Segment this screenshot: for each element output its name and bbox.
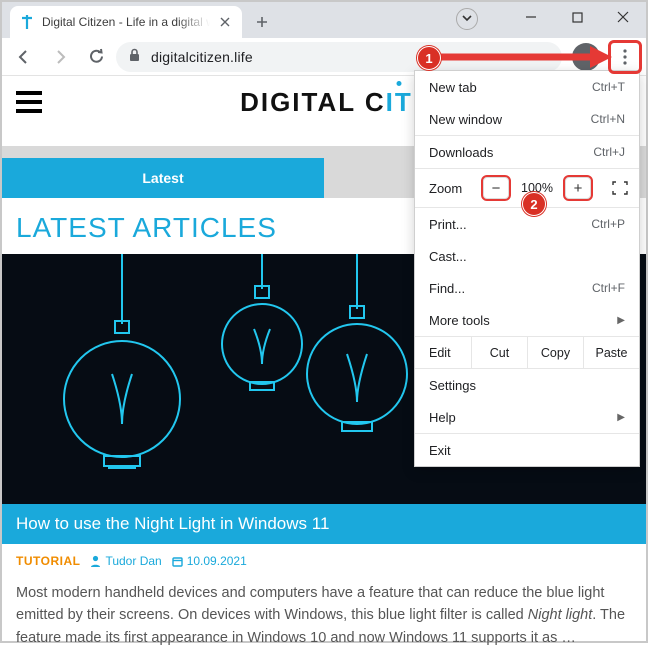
new-tab-button[interactable] <box>248 8 276 36</box>
menu-downloads[interactable]: DownloadsCtrl+J <box>415 136 639 168</box>
menu-copy[interactable]: Copy <box>527 337 583 368</box>
window-titlebar: Digital Citizen - Life in a digital worl… <box>2 2 646 38</box>
menu-find[interactable]: Find...Ctrl+F <box>415 272 639 304</box>
window-controls <box>508 2 646 32</box>
url-text: digitalcitizen.life <box>151 49 253 65</box>
menu-new-window[interactable]: New windowCtrl+N <box>415 103 639 135</box>
menu-exit[interactable]: Exit <box>415 434 639 466</box>
maximize-button[interactable] <box>554 2 600 32</box>
zoom-out-button[interactable]: − <box>483 177 509 199</box>
menu-settings[interactable]: Settings <box>415 369 639 401</box>
tab-close-icon[interactable] <box>218 15 232 29</box>
annotation-arrow <box>440 46 612 72</box>
minimize-button[interactable] <box>508 2 554 32</box>
tab-search-button[interactable] <box>456 8 478 30</box>
chrome-menu: New tabCtrl+T New windowCtrl+N Downloads… <box>414 70 640 467</box>
annotation-frame-kebab <box>608 40 642 74</box>
menu-more-tools[interactable]: More tools▶ <box>415 304 639 336</box>
chevron-right-icon: ▶ <box>617 315 625 326</box>
annotation-callout-2: 2 <box>522 192 546 216</box>
annotation-callout-1: 1 <box>417 46 441 70</box>
menu-paste[interactable]: Paste <box>583 337 639 368</box>
site-logo[interactable]: DIGITAL CITTIZ <box>240 87 440 118</box>
browser-tab[interactable]: Digital Citizen - Life in a digital worl… <box>10 6 242 38</box>
chevron-right-icon: ▶ <box>617 412 625 423</box>
menu-help[interactable]: Help▶ <box>415 401 639 433</box>
menu-edit-label: Edit <box>415 337 471 368</box>
article-author[interactable]: Tudor Dan <box>90 554 161 568</box>
nav-tab-latest[interactable]: Latest <box>2 158 324 198</box>
hamburger-icon[interactable] <box>16 91 48 113</box>
article-title[interactable]: How to use the Night Light in Windows 11 <box>2 504 646 544</box>
reload-button[interactable] <box>80 42 112 72</box>
calendar-icon <box>172 556 183 567</box>
menu-cut[interactable]: Cut <box>471 337 527 368</box>
article-date: 10.09.2021 <box>172 554 247 568</box>
close-window-button[interactable] <box>600 2 646 32</box>
fullscreen-button[interactable] <box>609 179 631 197</box>
favicon-icon <box>20 15 34 29</box>
menu-new-tab[interactable]: New tabCtrl+T <box>415 71 639 103</box>
article-category[interactable]: TUTORIAL <box>16 554 80 568</box>
article-meta: TUTORIAL Tudor Dan 10.09.2021 <box>2 544 646 578</box>
zoom-in-button[interactable]: + <box>565 177 591 199</box>
tab-title: Digital Citizen - Life in a digital worl… <box>42 15 210 29</box>
person-icon <box>90 555 101 567</box>
article-excerpt: Most modern handheld devices and compute… <box>2 578 646 663</box>
menu-edit-row: Edit Cut Copy Paste <box>415 336 639 368</box>
back-button[interactable] <box>8 42 40 72</box>
menu-cast[interactable]: Cast... <box>415 240 639 272</box>
lock-icon <box>128 48 141 65</box>
forward-button[interactable] <box>44 42 76 72</box>
